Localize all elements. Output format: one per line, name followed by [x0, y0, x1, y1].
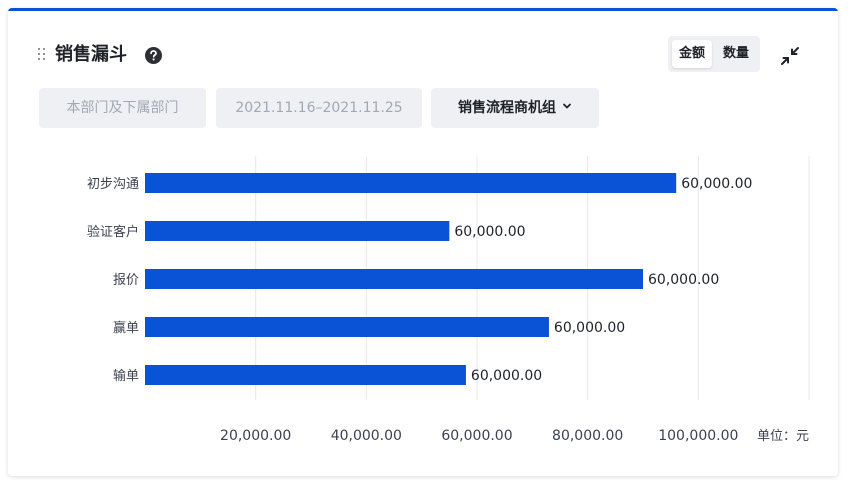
bar [145, 221, 450, 241]
funnel-chart: 初步沟通 60,000.00 验证客户 60,000.00 报价 60,000.00 赢单 6… [87, 156, 810, 444]
bar [145, 365, 466, 385]
category-label: 验证客户 [87, 224, 139, 240]
category-label: 输单 [113, 368, 139, 384]
category-label: 初步沟通 [87, 177, 139, 192]
x-tick-label: 60,000.00 [441, 428, 512, 444]
bar-value-label: 60,000.00 [471, 368, 542, 384]
bar-value-label: 60,000.00 [648, 272, 719, 288]
bar-value-label: 60,000.00 [454, 224, 525, 240]
x-tick-label: 100,000.00 [658, 428, 738, 444]
x-tick-label: 40,000.00 [331, 428, 402, 444]
x-tick-label: 80,000.00 [552, 428, 623, 444]
category-label: 赢单 [113, 320, 139, 336]
bar-value-label: 60,000.00 [681, 176, 752, 192]
unit-label: 单位：元 [757, 429, 809, 444]
x-tick-label: 20,000.00 [220, 428, 291, 444]
bar [145, 269, 643, 289]
bar [145, 317, 549, 337]
bar-value-label: 60,000.00 [554, 320, 625, 336]
sales-funnel-card: 销售漏斗 金额 数量 本部门及下属部门 2021.11.16–2021.11.2… [8, 8, 838, 476]
bar [145, 173, 677, 193]
category-label: 报价 [113, 273, 139, 288]
